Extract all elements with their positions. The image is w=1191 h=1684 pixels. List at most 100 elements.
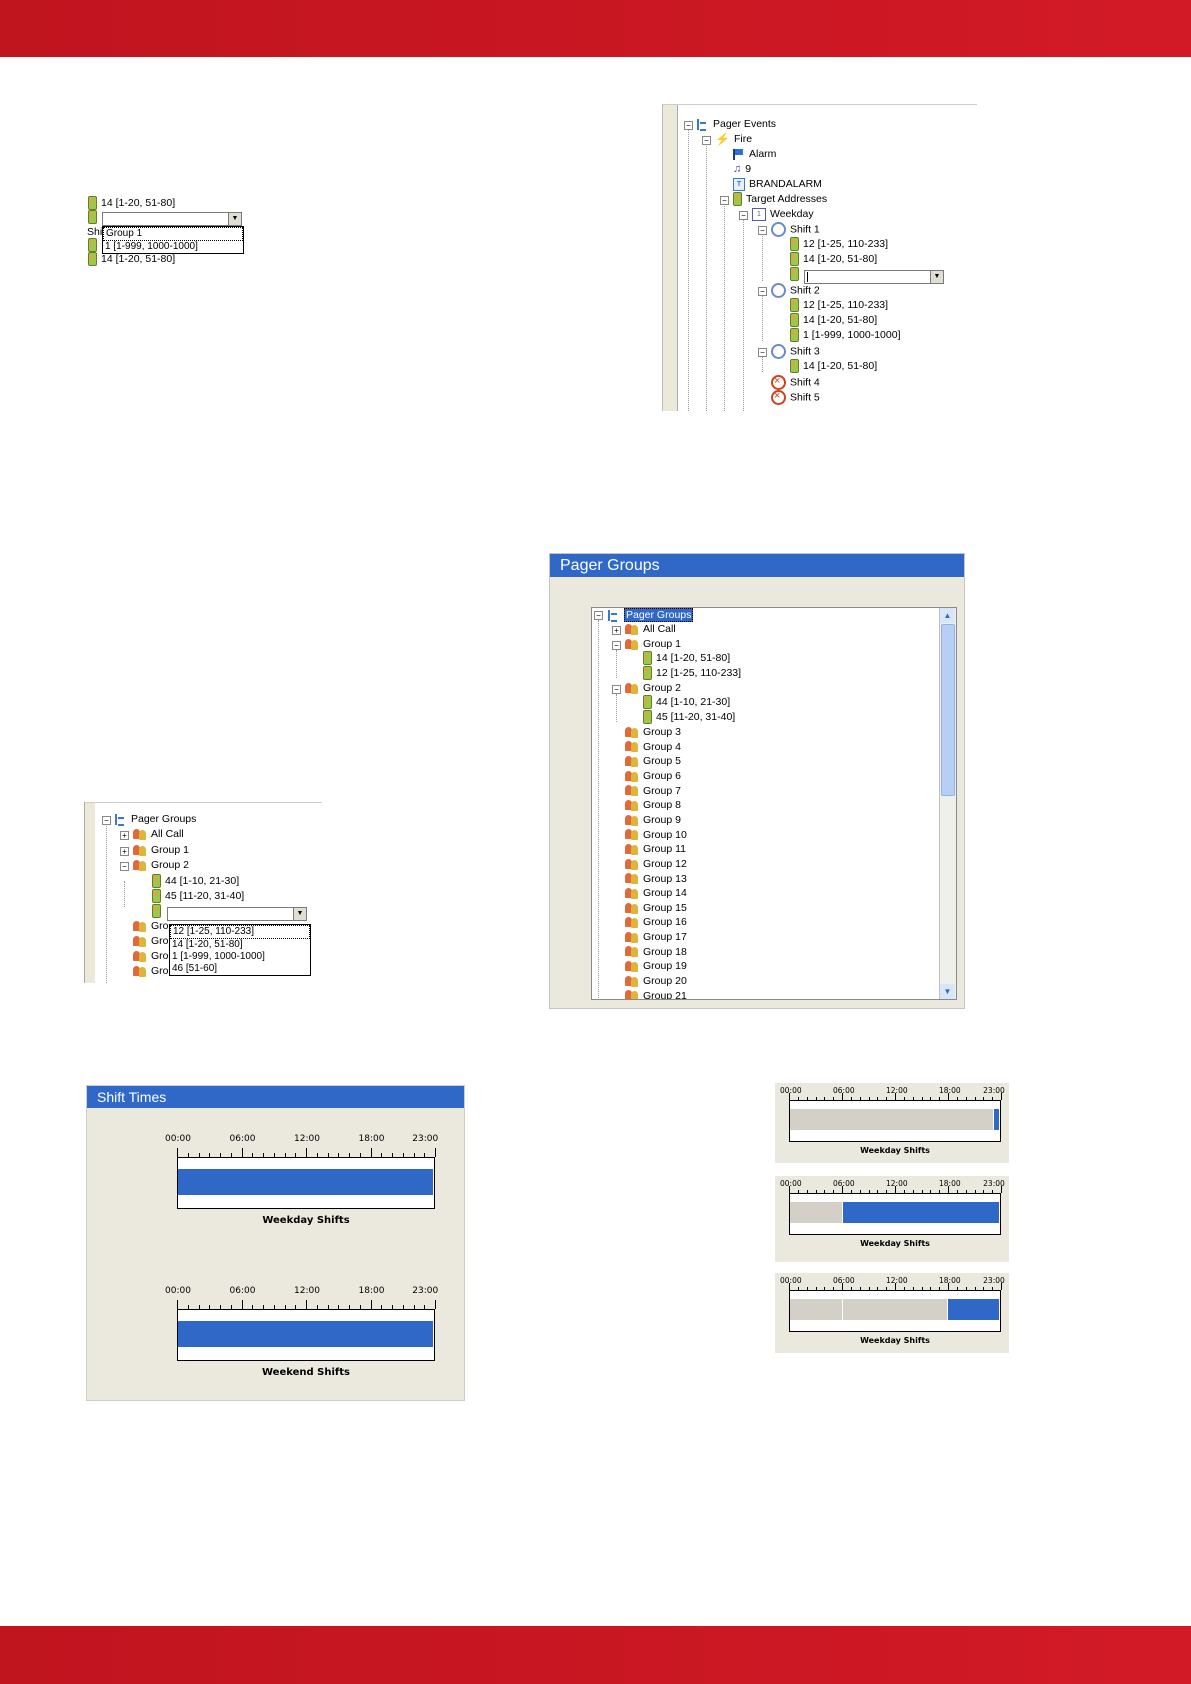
tree-root[interactable]: Pager Groups bbox=[115, 812, 196, 826]
tree-item-group[interactable]: Group 11 bbox=[625, 842, 686, 856]
tree-view[interactable]: − Pager Groups + All Call − Group 1 14 [… bbox=[591, 607, 957, 1000]
tree-item-group[interactable]: Group 5 bbox=[625, 754, 681, 768]
shift-bar[interactable] bbox=[790, 1202, 843, 1223]
collapse-toggle[interactable]: − bbox=[720, 196, 729, 205]
tree-item-shift[interactable]: Shift 3 bbox=[771, 344, 820, 359]
tree-item-group[interactable]: Group 18 bbox=[625, 945, 687, 959]
shift-bar[interactable] bbox=[178, 1169, 434, 1195]
tree-item-text[interactable]: T BRANDALARM bbox=[733, 177, 822, 191]
tree-item-group[interactable]: Group 3 bbox=[625, 725, 681, 739]
dropdown-option[interactable]: 12 [1-25, 110-233] bbox=[170, 925, 310, 939]
shift-bar[interactable] bbox=[178, 1321, 434, 1347]
tree-item-targets[interactable]: Target Addresses bbox=[733, 192, 827, 207]
tree-item-group[interactable]: Group 1 bbox=[625, 637, 681, 651]
collapse-toggle[interactable]: − bbox=[684, 121, 693, 130]
tree-root[interactable]: Pager Events bbox=[697, 117, 776, 131]
tree-item-group[interactable]: Gro bbox=[133, 934, 169, 948]
tree-item-group[interactable]: Group 13 bbox=[625, 872, 687, 886]
collapse-toggle[interactable]: − bbox=[758, 226, 767, 235]
tree-item-shift[interactable]: Shift 1 bbox=[771, 222, 820, 237]
address-combo[interactable]: ▼ bbox=[804, 270, 944, 284]
chevron-down-icon[interactable]: ▼ bbox=[228, 213, 241, 225]
tree-item-shift[interactable]: Shift 2 bbox=[771, 283, 820, 298]
tree-item-group[interactable]: Group 20 bbox=[625, 974, 687, 988]
tree-item-pager[interactable]: 12 [1-25, 110-233] bbox=[790, 237, 888, 252]
tree-item-group[interactable]: Group 2 bbox=[133, 858, 189, 872]
example-timeline[interactable]: 00:00 06:00 12:00 18:00 23:00 Weekday Shifts bbox=[780, 1086, 1005, 1162]
tree-item-group[interactable]: All Call bbox=[133, 827, 184, 841]
tree-item-pager[interactable]: 45 [11-20, 31-40] bbox=[152, 889, 244, 904]
expand-toggle[interactable]: + bbox=[120, 831, 129, 840]
collapse-toggle[interactable]: − bbox=[612, 685, 621, 694]
tree-item-group[interactable]: Group 8 bbox=[625, 798, 681, 812]
tree-item-group[interactable]: Gro bbox=[133, 949, 169, 963]
collapse-toggle[interactable]: − bbox=[594, 611, 603, 620]
tree-item-shift[interactable]: Shift 4 bbox=[771, 374, 820, 390]
dropdown-option[interactable]: Group 1 bbox=[103, 227, 243, 241]
tree-item-pager[interactable]: 44 [1-10, 21-30] bbox=[643, 695, 730, 710]
collapse-toggle[interactable]: − bbox=[120, 862, 129, 871]
tree-item-shift[interactable]: Shift 5 bbox=[771, 389, 820, 405]
tree-item-group[interactable]: Group 15 bbox=[625, 901, 687, 915]
tree-item-group[interactable]: Group 10 bbox=[625, 828, 687, 842]
vertical-scrollbar[interactable]: ▲ ▼ bbox=[939, 608, 956, 999]
collapse-toggle[interactable]: − bbox=[758, 348, 767, 357]
tree-item-pager[interactable]: 14 [1-20, 51-80] bbox=[790, 359, 877, 374]
dropdown-option[interactable]: 14 [1-20, 51-80] bbox=[170, 939, 310, 951]
tree-item-group[interactable]: Group 4 bbox=[625, 740, 681, 754]
chevron-down-icon[interactable]: ▼ bbox=[930, 271, 943, 283]
shift-bar[interactable] bbox=[993, 1109, 1000, 1130]
weekend-timeline[interactable]: 00:00 06:00 12:00 18:00 23:00 Weekend Shifts bbox=[165, 1286, 438, 1378]
tree-item-group[interactable]: Gro bbox=[133, 919, 169, 933]
tree-item-group[interactable]: Group 1 bbox=[133, 843, 189, 857]
weekday-timeline[interactable]: 00:00 06:00 12:00 18:00 23:00 Weekday Shifts bbox=[165, 1134, 438, 1226]
expand-toggle[interactable]: + bbox=[612, 626, 621, 635]
tree-item-pager[interactable]: 12 [1-25, 110-233] bbox=[790, 298, 888, 313]
dropdown-option[interactable]: 46 [51-60] bbox=[170, 963, 310, 975]
tree-item-group[interactable]: All Call bbox=[625, 622, 676, 636]
tree-item-group[interactable]: Group 6 bbox=[625, 769, 681, 783]
example-timeline[interactable]: 00:00 06:00 12:00 18:00 23:00 Weekday Shifts bbox=[780, 1276, 1005, 1352]
tree-item-weekday[interactable]: 1 Weekday bbox=[752, 207, 814, 221]
collapse-toggle[interactable]: − bbox=[739, 211, 748, 220]
shift-bar[interactable] bbox=[842, 1299, 948, 1320]
collapse-toggle[interactable]: − bbox=[612, 641, 621, 650]
tree-item-group[interactable]: Group 17 bbox=[625, 930, 687, 944]
address-combo[interactable]: ▼ bbox=[167, 907, 307, 921]
example-timeline[interactable]: 00:00 06:00 12:00 18:00 23:00 Weekday Shifts bbox=[780, 1179, 1005, 1255]
scroll-thumb[interactable] bbox=[941, 624, 955, 796]
scroll-up-icon[interactable]: ▲ bbox=[940, 608, 955, 623]
expand-toggle[interactable]: + bbox=[120, 847, 129, 856]
tree-item-fire[interactable]: ⚡ Fire bbox=[715, 132, 752, 146]
tree-item-pager[interactable]: 12 [1-25, 110-233] bbox=[643, 666, 741, 681]
dropdown-option[interactable]: 1 [1-999, 1000-1000] bbox=[170, 951, 310, 963]
tree-item-group[interactable]: Group 19 bbox=[625, 959, 687, 973]
tree-item-group[interactable]: Group 2 bbox=[625, 681, 681, 695]
shift-bar[interactable] bbox=[842, 1202, 1000, 1223]
address-combo[interactable]: ▼ bbox=[102, 212, 242, 226]
tree-item-group[interactable]: Group 7 bbox=[625, 784, 681, 798]
tree-item-pager[interactable]: 14 [1-20, 51-80] bbox=[643, 651, 730, 666]
collapse-toggle[interactable]: − bbox=[102, 816, 111, 825]
tree-item-pager[interactable]: 44 [1-10, 21-30] bbox=[152, 874, 239, 889]
tree-item-pager[interactable]: 14 [1-20, 51-80] bbox=[790, 252, 877, 267]
tree-item-pager[interactable]: 1 [1-999, 1000-1000] bbox=[790, 328, 901, 343]
tree-item-group[interactable]: Group 16 bbox=[625, 915, 687, 929]
tree-item-alarm[interactable]: Alarm bbox=[733, 147, 776, 161]
dropdown-option[interactable]: 1 [1-999, 1000-1000] bbox=[103, 241, 243, 253]
tree-item[interactable]: 14 [1-20, 51-80] bbox=[88, 196, 175, 211]
shift-bar[interactable] bbox=[790, 1109, 994, 1130]
collapse-toggle[interactable]: − bbox=[758, 287, 767, 296]
tree-item[interactable]: 14 [1-20, 51-80] bbox=[88, 252, 175, 267]
tree-item-group[interactable]: Group 14 bbox=[625, 886, 687, 900]
shift-bar[interactable] bbox=[947, 1299, 1000, 1320]
collapse-toggle[interactable]: − bbox=[702, 136, 711, 145]
chevron-down-icon[interactable]: ▼ bbox=[293, 908, 306, 920]
scroll-down-icon[interactable]: ▼ bbox=[940, 984, 955, 999]
tree-item-tone[interactable]: ♫ 9 bbox=[733, 162, 751, 176]
address-dropdown[interactable]: 12 [1-25, 110-233] 14 [1-20, 51-80] 1 [1… bbox=[169, 924, 311, 976]
tree-item-group[interactable]: Group 21 bbox=[625, 989, 687, 999]
tree-root[interactable]: Pager Groups bbox=[608, 608, 694, 622]
address-dropdown[interactable]: Group 1 1 [1-999, 1000-1000] bbox=[102, 226, 244, 254]
shift-bar[interactable] bbox=[790, 1299, 843, 1320]
